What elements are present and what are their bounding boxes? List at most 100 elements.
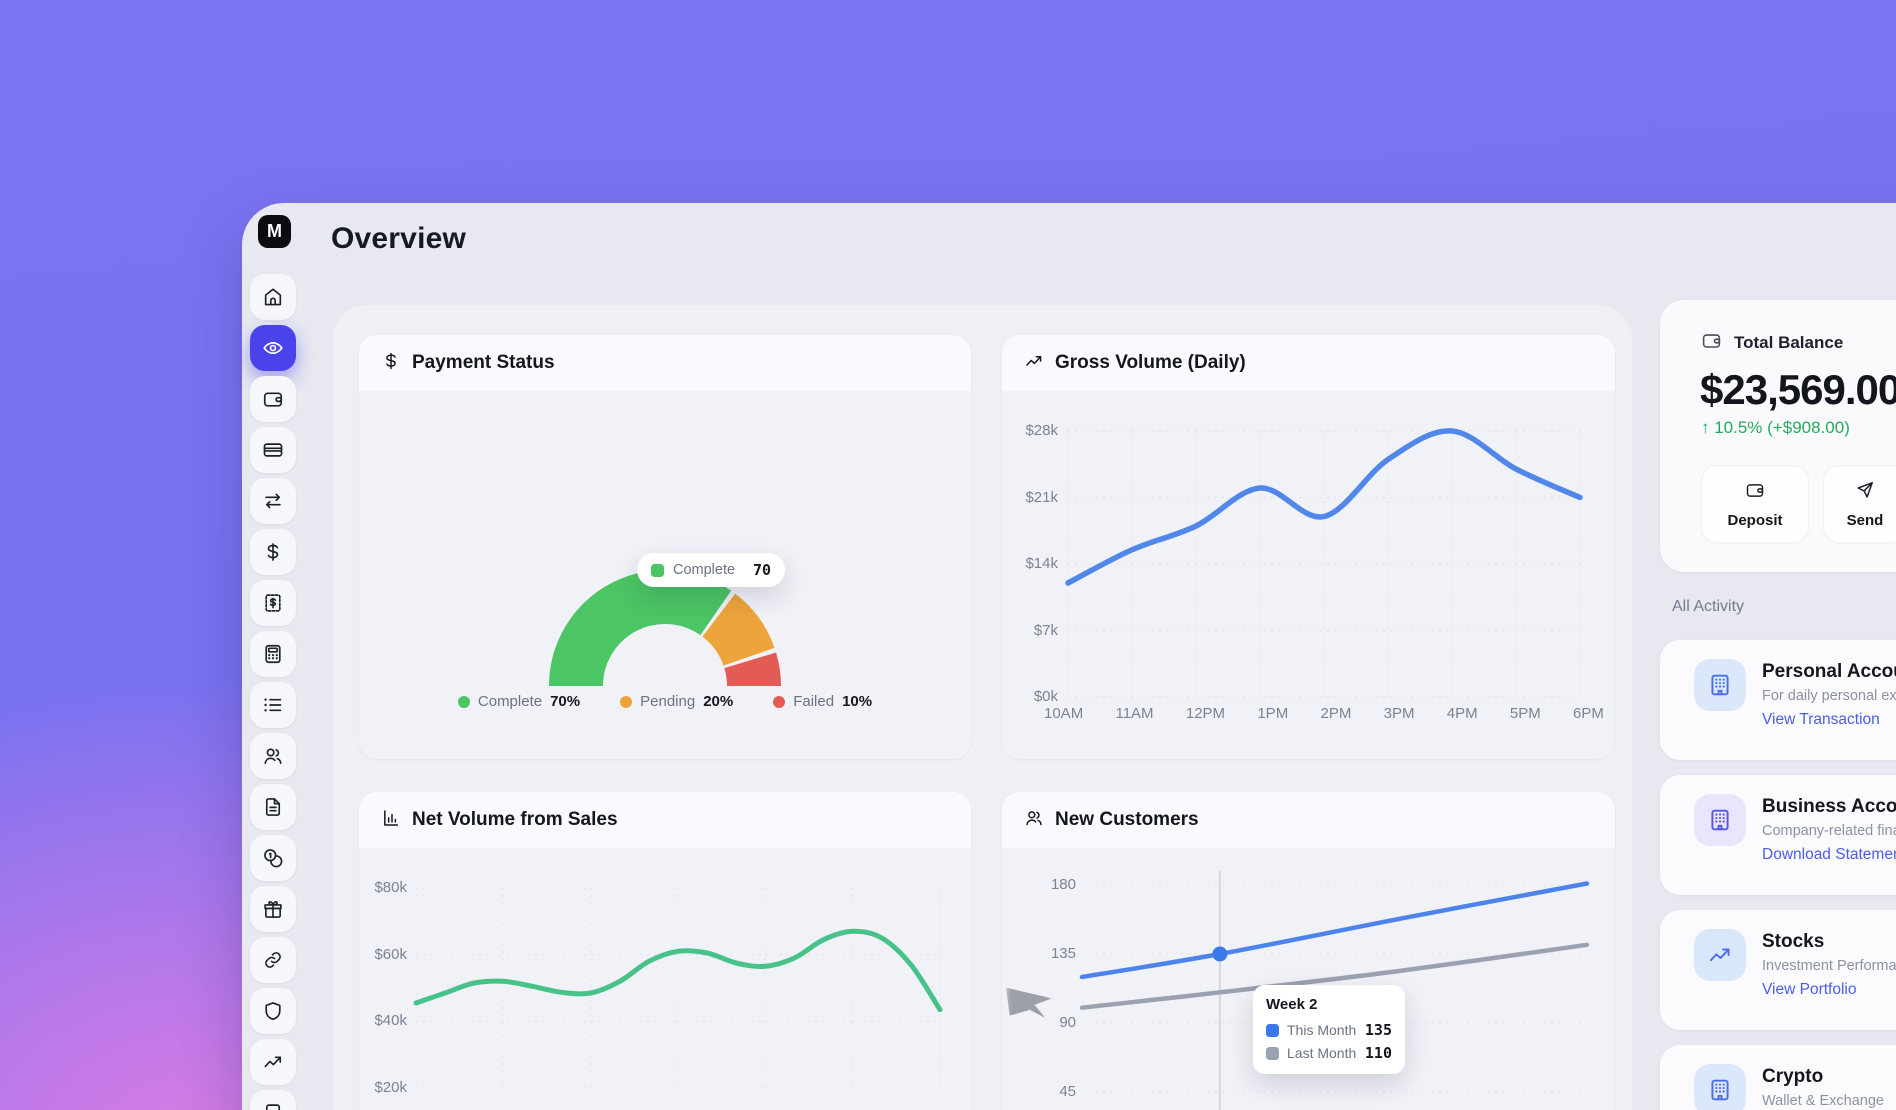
new-customers-header: New Customers — [1002, 792, 1615, 848]
activity-item-personal-account[interactable]: Personal AccountFor daily personal expen… — [1660, 640, 1896, 760]
sidebar — [250, 274, 296, 1110]
page-title: Overview — [331, 222, 466, 256]
sidebar-item-invoice[interactable] — [250, 580, 296, 626]
building-icon-box — [1694, 794, 1746, 846]
payment-status-header: Payment Status — [359, 335, 971, 391]
activity-item-title: Stocks — [1762, 931, 1824, 953]
legend-item: Failed10% — [773, 693, 872, 710]
x-tick-label: 10AM — [1044, 705, 1083, 723]
building-icon-box — [1694, 659, 1746, 711]
total-balance-header: Total Balance — [1701, 330, 1843, 356]
trend-up-icon — [1024, 351, 1044, 376]
sidebar-item-link[interactable] — [250, 937, 296, 983]
sidebar-item-wallet[interactable] — [250, 376, 296, 422]
tooltip-swatch — [651, 564, 664, 577]
wallet-icon — [262, 388, 284, 410]
sidebar-item-users[interactable] — [250, 733, 296, 779]
deposit-button[interactable]: Deposit — [1701, 465, 1809, 543]
tooltip-series-label: This Month — [1287, 1022, 1356, 1038]
legend-item: Complete 70% — [458, 693, 580, 710]
home-icon — [262, 286, 284, 308]
net-volume-card: Net Volume from Sales $80k$60k$40k$20k — [359, 792, 971, 1110]
sidebar-item-coins[interactable] — [250, 835, 296, 881]
dollar-icon — [262, 541, 284, 563]
x-tick-label: 3PM — [1384, 705, 1415, 723]
gross-volume-card: Gross Volume (Daily) $28k$21k$14k$7k$0k … — [1002, 335, 1615, 759]
send-button[interactable]: Send — [1823, 465, 1896, 543]
gross-volume-body: $28k$21k$14k$7k$0k 10AM11AM12PM1PM2PM3PM… — [1002, 391, 1615, 759]
sidebar-item-trend[interactable] — [250, 1039, 296, 1085]
tooltip-series-label: Last Month — [1287, 1045, 1356, 1061]
users-icon — [262, 745, 284, 767]
sidebar-item-document[interactable] — [250, 784, 296, 830]
shield-icon — [262, 1000, 284, 1022]
legend-dot — [773, 696, 785, 708]
activity-item-stocks[interactable]: Stocks Investment Performance View Portfol… — [1660, 910, 1896, 1030]
dollar-icon — [381, 351, 401, 376]
credit-card-icon — [262, 439, 284, 461]
link-icon — [262, 949, 284, 971]
users-icon — [1024, 808, 1044, 828]
total-balance-change: ↑ 10.5% (+$908.00) — [1701, 418, 1850, 438]
legend-label: Complete — [478, 693, 542, 710]
legend-value: 70% — [550, 693, 580, 710]
tooltip-swatch — [1266, 1024, 1279, 1037]
activity-item-crypto[interactable]: CryptoWallet & ExchangeView Wallet — [1660, 1045, 1896, 1110]
wallet-icon — [1701, 330, 1722, 356]
y-tick-label: 90 — [1059, 1014, 1076, 1032]
sidebar-item-device[interactable] — [250, 1090, 296, 1110]
activity-item-link[interactable]: View Transaction — [1762, 711, 1880, 729]
activity-item-link[interactable]: View Portfolio — [1762, 981, 1856, 999]
y-tick-label: $14k — [1025, 555, 1058, 573]
x-tick-label: 1PM — [1257, 705, 1288, 723]
activity-item-link[interactable]: Download Statement — [1762, 846, 1896, 864]
y-tick-label: $21k — [1025, 489, 1058, 507]
wallet-icon — [1745, 480, 1765, 505]
desktop-background: M Overview Payment Status Complete 70 Co… — [0, 0, 1896, 1110]
payment-status-legend: Complete 70% Pending20% Failed10% — [359, 693, 971, 710]
sidebar-item-calculator[interactable] — [250, 631, 296, 677]
payment-status-card: Payment Status Complete 70 Complete 70% Pe… — [359, 335, 971, 759]
tooltip-value: 70 — [753, 561, 771, 579]
legend-value: 20% — [703, 693, 733, 710]
gross-volume-xticks: 10AM11AM12PM1PM2PM3PM4PM5PM6PM — [1044, 705, 1604, 723]
all-activity-heading: All Activity — [1672, 598, 1744, 616]
new-customers-yticks: 1801359045 — [1030, 876, 1076, 1101]
sidebar-item-dollar[interactable] — [250, 529, 296, 575]
invoice-icon — [262, 592, 284, 614]
sidebar-item-home[interactable] — [250, 274, 296, 320]
gift-icon — [262, 898, 284, 920]
activity-item-subtitle: Company-related finances — [1762, 823, 1896, 839]
activity-item-title: Business Account — [1762, 796, 1896, 818]
legend-dot — [458, 696, 470, 708]
y-tick-label: $7k — [1034, 622, 1058, 640]
sidebar-item-credit-card[interactable] — [250, 427, 296, 473]
sidebar-item-transfers[interactable] — [250, 478, 296, 524]
paper-plane-icon — [1855, 480, 1875, 505]
tooltip-rows: This Month135Last Month110 — [1266, 1021, 1392, 1062]
gross-volume-title: Gross Volume (Daily) — [1055, 352, 1246, 374]
x-tick-label: 12PM — [1186, 705, 1225, 723]
legend-item: Pending20% — [620, 693, 733, 710]
sidebar-item-list[interactable] — [250, 682, 296, 728]
activity-item-subtitle: Investment Performance — [1762, 958, 1896, 974]
legend-dot — [620, 696, 632, 708]
tooltip-title: Week 2 — [1266, 996, 1392, 1013]
device-icon — [262, 1102, 284, 1110]
net-volume-plot[interactable] — [416, 888, 940, 1088]
send-button-label: Send — [1847, 512, 1884, 529]
y-tick-label: $28k — [1025, 422, 1058, 440]
sidebar-item-shield[interactable] — [250, 988, 296, 1034]
activity-item-subtitle: For daily personal expenses — [1762, 688, 1896, 704]
total-balance-amount: $23,569.00 — [1700, 366, 1896, 414]
tooltip-row: This Month135 — [1266, 1021, 1392, 1039]
net-volume-body: $80k$60k$40k$20k — [359, 848, 971, 1110]
total-balance-label: Total Balance — [1734, 333, 1843, 353]
gross-volume-plot[interactable] — [1068, 431, 1580, 697]
payment-status-title: Payment Status — [412, 352, 555, 374]
sidebar-item-eye[interactable] — [250, 325, 296, 371]
sidebar-item-gift[interactable] — [250, 886, 296, 932]
wallet-icon — [1701, 330, 1722, 351]
activity-item-business-account[interactable]: Business Account Company-related finances… — [1660, 775, 1896, 895]
eye-icon — [262, 337, 284, 359]
